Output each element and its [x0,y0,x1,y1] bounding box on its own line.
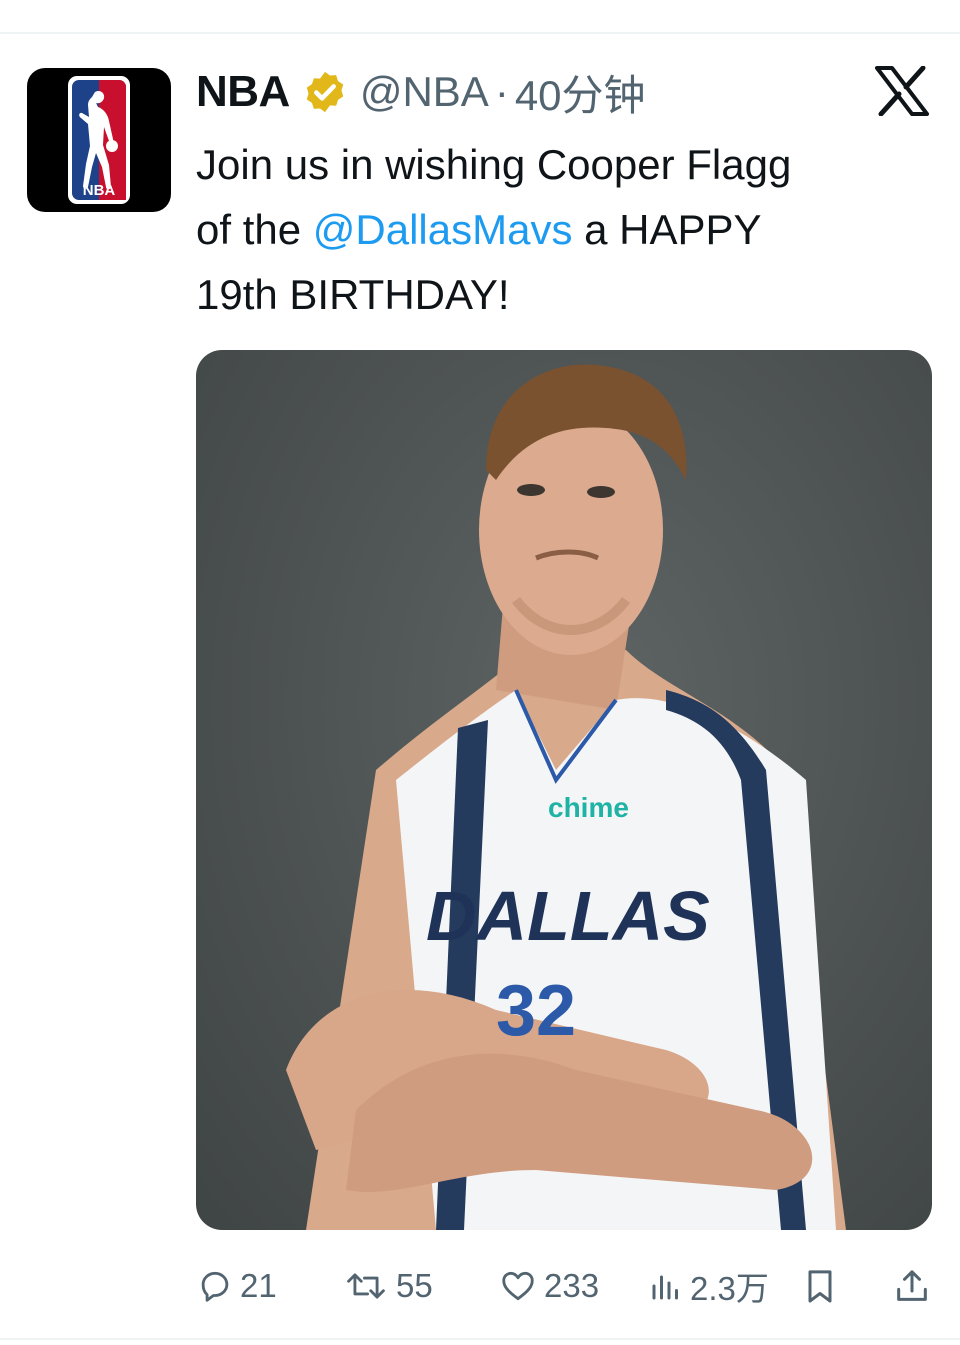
post-time[interactable]: 40分钟 [515,62,646,123]
tweet-text: Join us in wishing Cooper Flagg of the @… [196,132,926,327]
share-icon [897,1270,927,1301]
mention-link[interactable]: @DallasMavs [313,206,573,253]
author-name[interactable]: NBA [196,67,290,117]
tweet-text-line-1: Join us in wishing Cooper Flagg [196,141,792,188]
views-chart-icon [652,1275,678,1300]
like-button[interactable]: 233 [498,1262,599,1310]
separator-dot: · [494,68,509,115]
views-count: 2.3万 [690,1270,769,1307]
nba-avatar[interactable]: NBA [27,68,171,212]
tweet-actions: 21 55 233 2.3万 [196,1262,932,1310]
bookmark-button[interactable] [800,1262,840,1310]
x-logo-icon [875,66,929,116]
tweet-text-pre: of the [196,206,313,253]
author-handle[interactable]: @NBA [360,68,489,116]
reply-icon [201,1271,229,1302]
nba-logo-icon: NBA [68,76,130,204]
repost-count: 55 [396,1267,433,1304]
tweet-media-image[interactable]: chime DALLAS 32 [196,350,932,1230]
heart-icon [502,1271,534,1301]
tweet-header: NBA @NBA · 40分钟 [196,62,646,122]
top-divider [0,32,960,34]
avatar-logo-text: NBA [83,182,116,199]
bottom-divider [0,1338,960,1340]
player-photo: chime DALLAS 32 [286,364,846,1230]
repost-button[interactable]: 55 [342,1262,433,1310]
jersey-text: DALLAS [426,877,710,955]
tweet-text-post: a HAPPY [572,206,762,253]
reply-count: 21 [240,1267,277,1304]
tweet-text-line-2: of the @DallasMavs a HAPPY [196,197,926,262]
tweet-text-line-3: 19th BIRTHDAY! [196,271,510,318]
repost-icon [347,1273,385,1299]
jersey-sponsor: chime [548,792,629,823]
verified-badge-icon[interactable] [302,69,348,115]
share-button[interactable] [892,1262,932,1310]
views-button[interactable]: 2.3万 [648,1262,769,1310]
jersey-number: 32 [496,971,576,1051]
reply-button[interactable]: 21 [196,1262,277,1310]
like-count: 233 [544,1267,600,1304]
bookmark-icon [808,1270,832,1303]
